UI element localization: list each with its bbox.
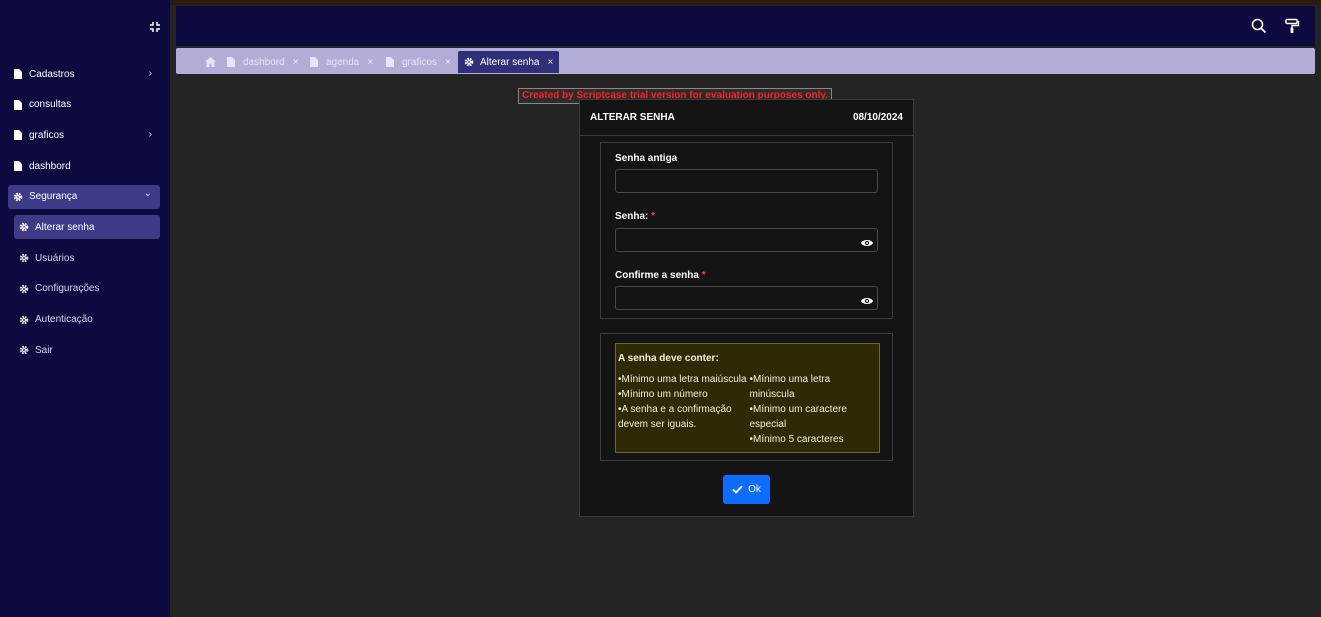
document-icon bbox=[227, 57, 237, 67]
sidebar: Cadastros › consultas graficos › dashbor… bbox=[0, 0, 170, 617]
document-icon bbox=[13, 69, 23, 79]
ok-button[interactable]: Ok bbox=[723, 475, 770, 504]
ok-label: Ok bbox=[748, 484, 761, 495]
sidebar-item-label: Sair bbox=[35, 344, 53, 356]
tab-label: Alterar senha bbox=[480, 56, 540, 68]
close-icon[interactable]: × bbox=[547, 57, 553, 68]
tab-label: graficos bbox=[402, 56, 438, 68]
change-password-form: ALTERAR SENHA 08/10/2024 Senha antiga Se… bbox=[579, 99, 914, 517]
gear-icon bbox=[13, 192, 23, 202]
document-icon bbox=[13, 161, 23, 172]
old-password-label: Senha antiga bbox=[615, 153, 677, 164]
form-date: 08/10/2024 bbox=[852, 112, 903, 123]
rule-item: •Mínimo um caractere especial bbox=[749, 404, 847, 430]
sidebar-item-seguranca[interactable]: Segurança ⌄ bbox=[8, 184, 160, 209]
document-icon bbox=[310, 57, 320, 67]
chevron-right-icon: › bbox=[148, 129, 152, 141]
password-rules-box: A senha deve conter: •Mínimo uma letra m… bbox=[600, 333, 893, 461]
rule-item: •Mínimo um número bbox=[618, 389, 708, 400]
chevron-down-icon: ⌄ bbox=[143, 187, 152, 199]
sidebar-item-label: Autenticação bbox=[35, 314, 93, 325]
old-password-input[interactable] bbox=[615, 169, 878, 193]
rules-title: A senha deve conter: bbox=[618, 353, 719, 364]
gear-icon bbox=[464, 57, 474, 67]
check-icon bbox=[732, 485, 743, 494]
sidebar-item-label: Usuários bbox=[35, 252, 75, 264]
tab-label: dashbord bbox=[243, 56, 285, 68]
close-icon[interactable]: × bbox=[445, 57, 451, 68]
rule-item: •Mínimo uma letra maiúscula bbox=[618, 374, 747, 385]
security-submenu: Alterar senha Usuários Configurações Aut… bbox=[8, 215, 160, 362]
sidebar-item-configuracoes[interactable]: Configurações bbox=[14, 277, 160, 301]
gear-icon bbox=[19, 253, 29, 263]
document-icon bbox=[13, 99, 23, 110]
tab-dashbord[interactable]: dashbord × bbox=[227, 51, 299, 73]
close-icon[interactable]: × bbox=[293, 57, 299, 68]
tab-graficos[interactable]: graficos × bbox=[386, 51, 451, 73]
eye-icon[interactable] bbox=[861, 235, 873, 246]
label-text: Confirme a senha bbox=[615, 270, 699, 281]
sidebar-item-autenticacao[interactable]: Autenticação bbox=[14, 308, 160, 332]
gear-icon bbox=[19, 284, 29, 294]
top-strip bbox=[0, 0, 1321, 5]
sidebar-item-graficos[interactable]: graficos › bbox=[8, 123, 160, 147]
sidebar-item-label: graficos bbox=[29, 129, 65, 141]
collapse-sidebar-icon[interactable] bbox=[146, 18, 164, 36]
label-text: Senha antiga bbox=[615, 153, 678, 164]
confirm-password-label: Confirme a senha * bbox=[615, 270, 706, 281]
sidebar-item-label: Configurações bbox=[35, 283, 100, 295]
sidebar-item-label: Alterar senha bbox=[35, 221, 95, 233]
rule-item: •Mínimo uma letra minúscula bbox=[749, 374, 831, 400]
confirm-password-input[interactable] bbox=[615, 286, 878, 310]
sidebar-item-dashbord[interactable]: dashbord bbox=[8, 154, 160, 178]
fields-box: Senha antiga Senha: * Confirme a senha * bbox=[600, 142, 893, 319]
eye-icon[interactable] bbox=[861, 293, 873, 304]
sidebar-item-alterar-senha[interactable]: Alterar senha bbox=[14, 215, 160, 240]
rules-column-1: •Mínimo uma letra maiúscula •Mínimo um n… bbox=[618, 372, 750, 447]
sidebar-menu: Cadastros › consultas graficos › dashbor… bbox=[8, 62, 160, 369]
sidebar-item-label: dashbord bbox=[29, 160, 71, 172]
document-icon bbox=[386, 57, 396, 67]
sidebar-item-cadastros[interactable]: Cadastros › bbox=[8, 62, 160, 86]
rule-item: •Mínimo 5 caracteres bbox=[749, 434, 844, 445]
password-rules: A senha deve conter: •Mínimo uma letra m… bbox=[615, 343, 880, 453]
gear-icon bbox=[19, 315, 29, 325]
sidebar-item-label: consultas bbox=[29, 99, 72, 111]
required-mark: * bbox=[651, 211, 656, 222]
form-title: ALTERAR SENHA bbox=[590, 112, 675, 123]
sidebar-item-consultas[interactable]: consultas bbox=[8, 93, 160, 117]
tab-agenda[interactable]: agenda × bbox=[310, 51, 373, 73]
tab-alterar-senha[interactable]: Alterar senha × bbox=[458, 51, 560, 73]
home-icon[interactable] bbox=[205, 51, 216, 73]
tab-label: agenda bbox=[326, 56, 360, 68]
sidebar-item-label: Segurança bbox=[29, 191, 78, 203]
search-icon[interactable] bbox=[1251, 18, 1267, 34]
form-header: ALTERAR SENHA 08/10/2024 bbox=[580, 100, 913, 136]
required-mark: * bbox=[701, 270, 706, 281]
gear-icon bbox=[19, 345, 29, 355]
document-icon bbox=[13, 130, 23, 141]
rule-item: •A senha e a confirmação devem ser iguai… bbox=[618, 404, 732, 430]
top-header bbox=[176, 6, 1315, 46]
gear-icon bbox=[19, 222, 29, 232]
label-text: Senha: bbox=[615, 211, 649, 222]
sidebar-item-usuarios[interactable]: Usuários bbox=[14, 246, 160, 270]
sidebar-item-sair[interactable]: Sair bbox=[14, 338, 160, 362]
password-input[interactable] bbox=[615, 228, 878, 252]
sidebar-item-label: Cadastros bbox=[29, 68, 75, 80]
paint-roller-icon[interactable] bbox=[1284, 18, 1300, 34]
tabs-bar: dashbord × agenda × graficos × Alterar s… bbox=[176, 48, 1315, 74]
close-icon[interactable]: × bbox=[367, 57, 373, 68]
rules-column-2: •Mínimo uma letra minúscula •Mínimo um c… bbox=[750, 372, 878, 447]
password-label: Senha: * bbox=[615, 211, 655, 222]
chevron-right-icon: › bbox=[148, 68, 152, 79]
